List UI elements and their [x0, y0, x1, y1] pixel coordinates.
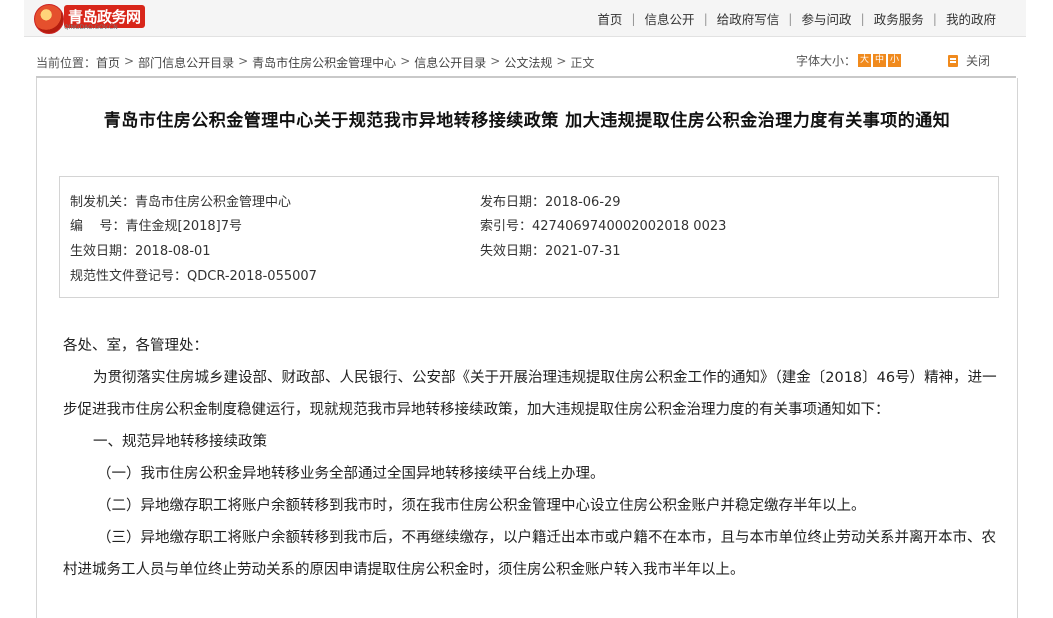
article-title: 青岛市住房公积金管理中心关于规范我市异地转移接续政策 加大违规提取住房公积金治理…: [103, 111, 951, 131]
nav-separator: |: [860, 11, 865, 26]
meta-reg-value: QDCR-2018-055007: [187, 269, 317, 284]
nav-info-disclosure[interactable]: 信息公开: [645, 9, 695, 28]
font-size-small-button[interactable]: 小: [888, 54, 902, 67]
meta-publish-value: 2018-06-29: [545, 195, 621, 210]
nav-participate[interactable]: 参与问政: [802, 9, 852, 28]
meta-reg-label: 规范性文件登记号：: [70, 269, 188, 284]
breadcrumb-housing-fund-center[interactable]: 青岛市住房公积金管理中心: [252, 54, 396, 71]
breadcrumb-current: 正文: [570, 56, 595, 70]
font-size-medium-button[interactable]: 中: [873, 54, 887, 67]
site-logo[interactable]: 青岛政务网 QINGDAO.GOV.CN: [34, 4, 158, 34]
article-body: 各处、室，各管理处： 为贯彻落实住房城乡建设部、财政部、人民银行、公安部《关于开…: [63, 330, 997, 586]
nav-gov-services[interactable]: 政务服务: [874, 9, 924, 28]
meta-effective-date: 生效日期：2018-08-01: [70, 240, 211, 259]
meta-issuer-value: 青岛市住房公积金管理中心: [135, 195, 292, 210]
meta-expire-label: 失效日期：: [480, 244, 546, 259]
font-size-label: 字体大小：: [796, 54, 857, 68]
breadcrumb-arrow: >: [238, 54, 249, 68]
section-heading: 一、规范异地转移接续政策: [93, 434, 267, 450]
meta-number-label: 编 号：: [70, 219, 126, 234]
breadcrumb-info-catalog[interactable]: 信息公开目录: [414, 54, 486, 71]
meta-issuer-label: 制发机关：: [70, 195, 136, 210]
meta-expire-value: 2021-07-31: [545, 244, 621, 259]
meta-expire-date: 失效日期：2021-07-31: [480, 240, 621, 259]
close-label: 关闭: [966, 54, 991, 68]
meta-number-value: 青住金规[2018]7号: [125, 219, 243, 234]
meta-number: 编 号：青住金规[2018]7号: [70, 215, 242, 234]
article-container: 青岛市住房公积金管理中心关于规范我市异地转移接续政策 加大违规提取住房公积金治理…: [36, 78, 1018, 618]
nav-home[interactable]: 首页: [597, 9, 622, 28]
body-item: （二）异地缴存职工将账户余额转移到我市时，须在我市住房公积金管理中心设立住房公积…: [97, 498, 866, 514]
close-icon: [948, 54, 958, 67]
meta-index: 索引号：4274069740002002018 0023: [480, 215, 726, 234]
nav-separator: |: [788, 11, 793, 26]
globe-icon: [34, 4, 64, 34]
close-button[interactable]: 关闭: [948, 52, 990, 69]
breadcrumb: 当前位置： 首页 > 部门信息公开目录 > 青岛市住房公积金管理中心 > 信息公…: [36, 54, 594, 71]
nav-separator: |: [932, 11, 937, 26]
nav-separator: |: [703, 11, 708, 26]
breadcrumb-arrow: >: [556, 54, 567, 68]
meta-index-value: 4274069740002002018 0023: [532, 219, 727, 234]
body-item: （一）我市住房公积金异地转移业务全部通过全国异地转移接续平台线上办理。: [97, 466, 605, 482]
breadcrumb-dept-catalog[interactable]: 部门信息公开目录: [138, 54, 234, 71]
nav-separator: |: [631, 11, 636, 26]
breadcrumb-home[interactable]: 首页: [96, 54, 120, 71]
breadcrumb-arrow: >: [400, 54, 411, 68]
meta-issuer: 制发机关：青岛市住房公积金管理中心: [70, 191, 291, 210]
meta-effective-label: 生效日期：: [70, 244, 136, 259]
body-item: （三）异地缴存职工将账户余额转移到我市后，不再继续缴存，以户籍迁出本市或户籍不在…: [63, 530, 996, 578]
meta-index-label: 索引号：: [480, 219, 533, 234]
site-header: 青岛政务网 QINGDAO.GOV.CN 首页 | 信息公开 | 给政府写信 |…: [24, 0, 1026, 37]
breadcrumb-bar: 当前位置： 首页 > 部门信息公开目录 > 青岛市住房公积金管理中心 > 信息公…: [36, 50, 1016, 74]
meta-publish-date: 发布日期：2018-06-29: [480, 191, 621, 210]
top-nav: 首页 | 信息公开 | 给政府写信 | 参与问政 | 政务服务 | 我的政府: [597, 9, 996, 28]
font-size-control: 字体大小： 大 中 小: [796, 52, 902, 69]
document-metadata: 制发机关：青岛市住房公积金管理中心 发布日期：2018-06-29 编 号：青住…: [59, 176, 999, 298]
nav-my-gov[interactable]: 我的政府: [946, 9, 996, 28]
meta-publish-label: 发布日期：: [480, 195, 546, 210]
breadcrumb-arrow: >: [124, 54, 135, 68]
meta-registration: 规范性文件登记号：QDCR-2018-055007: [70, 265, 317, 284]
breadcrumb-arrow: >: [490, 54, 501, 68]
salutation: 各处、室，各管理处：: [63, 338, 208, 354]
breadcrumb-regulations[interactable]: 公文法规: [504, 54, 552, 71]
breadcrumb-prefix: 当前位置：: [36, 56, 97, 70]
nav-write-letter[interactable]: 给政府写信: [717, 9, 780, 28]
body-paragraph: 为贯彻落实住房城乡建设部、财政部、人民银行、公安部《关于开展治理违规提取住房公积…: [63, 370, 997, 418]
font-size-large-button[interactable]: 大: [858, 54, 872, 67]
meta-effective-value: 2018-08-01: [135, 244, 211, 259]
logo-subtext: QINGDAO.GOV.CN: [64, 24, 118, 31]
